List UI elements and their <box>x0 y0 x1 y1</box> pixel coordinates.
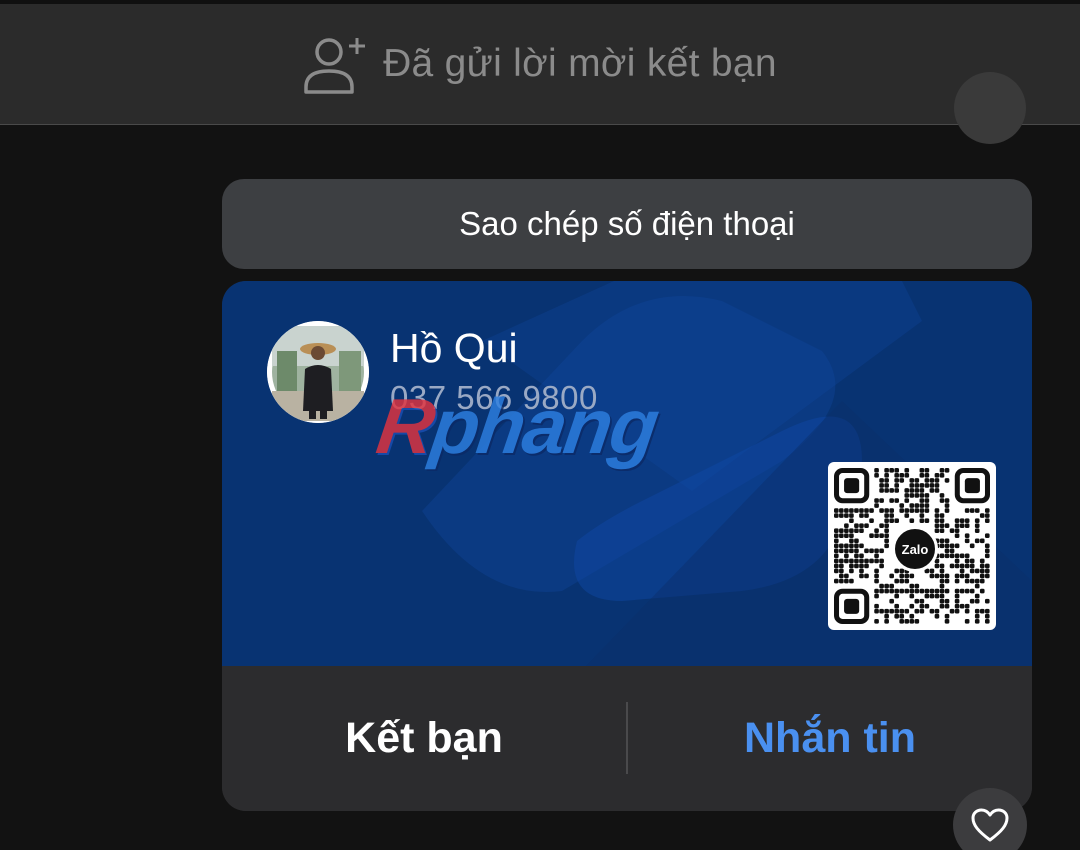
friend-request-sent-label: Đã gửi lời mời kết bạn <box>383 42 777 85</box>
contact-card-header: Hồ Qui 037 566 9800 Rphang Zalo <box>222 281 1032 666</box>
contact-name: Hồ Qui <box>390 325 518 371</box>
add-person-icon <box>304 38 366 94</box>
message-avatar-peek <box>954 72 1026 144</box>
chat-screen: Đã gửi lời mời kết bạn Sao chép số điện … <box>0 0 1080 850</box>
add-friend-button[interactable]: Kết bạn <box>222 666 626 811</box>
contact-card-actions: Kết bạn Nhắn tin <box>222 666 1032 811</box>
contact-card[interactable]: Hồ Qui 037 566 9800 Rphang Zalo Kết bạn … <box>222 281 1032 811</box>
heart-icon <box>971 808 1009 842</box>
zalo-logo: Zalo <box>892 526 938 572</box>
send-message-button[interactable]: Nhắn tin <box>628 666 1032 811</box>
qr-code[interactable]: Zalo <box>828 462 996 630</box>
copy-phone-label: Sao chép số điện thoại <box>459 205 795 242</box>
copy-phone-button[interactable]: Sao chép số điện thoại <box>222 179 1032 269</box>
watermark-logo: Rphang <box>371 382 663 470</box>
friend-request-banner: Đã gửi lời mời kết bạn <box>0 4 1080 125</box>
contact-avatar[interactable] <box>267 321 369 423</box>
